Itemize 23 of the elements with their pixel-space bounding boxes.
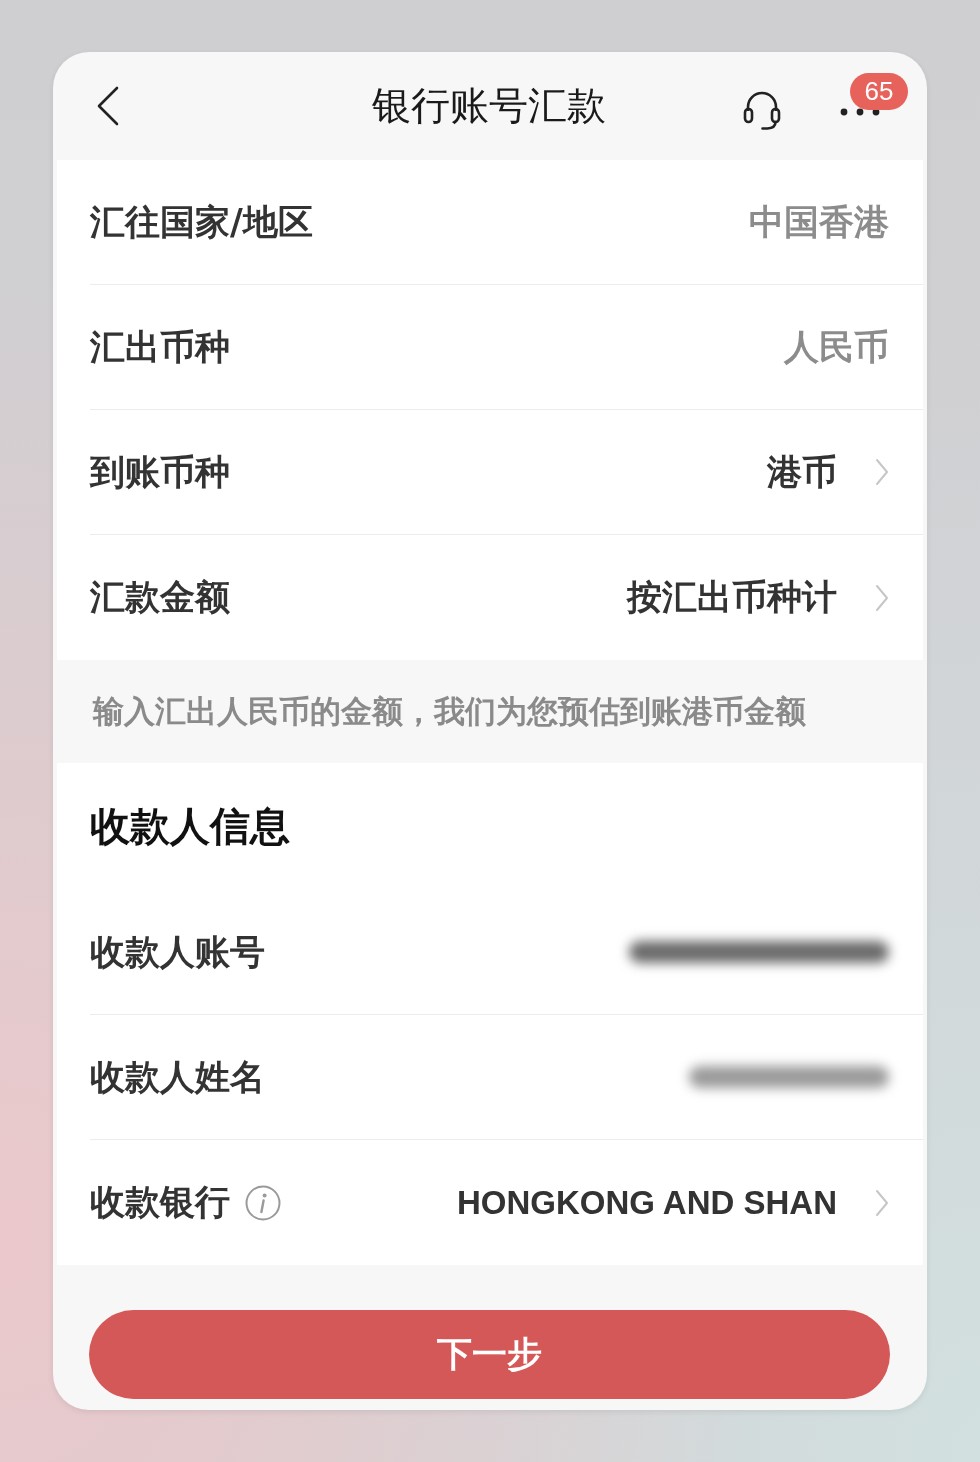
- notification-badge: 65: [850, 73, 908, 110]
- section-title: 收款人信息: [90, 802, 290, 851]
- chevron-right-icon: [875, 583, 889, 612]
- chevron-right-icon: [875, 458, 889, 486]
- field-label: 汇款金额: [90, 576, 230, 619]
- field-label: 收款人姓名: [90, 1055, 265, 1099]
- chevron-right-icon: [875, 1188, 889, 1217]
- field-label: 汇往国家/地区: [90, 200, 313, 244]
- field-value[interactable]: 按汇出币种计: [627, 574, 837, 621]
- field-label: 到账币种: [90, 450, 230, 494]
- hint-text: 输入汇出人民币的金额，我们为您预估到账港币金额: [93, 691, 806, 731]
- field-label: 收款银行: [90, 1181, 230, 1224]
- next-step-button[interactable]: 下一步: [89, 1310, 890, 1399]
- field-value[interactable]: HONGKONG AND SHAN: [456, 1183, 837, 1222]
- page-title: 银行账号汇款: [371, 82, 606, 130]
- field-value: 中国香港: [749, 200, 889, 244]
- field-label: 收款人账号: [90, 930, 265, 974]
- field-value: 人民币: [784, 325, 889, 369]
- field-label: 汇出币种: [90, 325, 230, 369]
- field-value[interactable]: 港币: [767, 448, 837, 496]
- info-icon[interactable]: [245, 1184, 281, 1221]
- more-icon[interactable]: [840, 108, 880, 116]
- back-icon[interactable]: [97, 86, 119, 126]
